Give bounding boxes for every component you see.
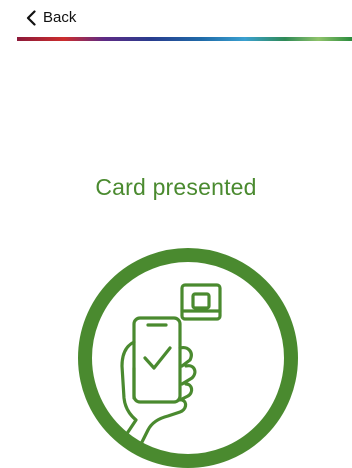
back-label: Back bbox=[43, 9, 77, 26]
check-icon bbox=[143, 346, 172, 370]
top-bar: Back bbox=[0, 0, 352, 36]
phone-icon bbox=[132, 316, 182, 404]
status-message: Card presented bbox=[95, 174, 257, 200]
brand-color-strip bbox=[17, 37, 352, 41]
card-icon bbox=[180, 283, 222, 321]
back-button[interactable]: Back bbox=[26, 6, 76, 30]
chevron-left-icon bbox=[26, 10, 36, 26]
hand-phone-card-check-icon bbox=[78, 248, 298, 468]
